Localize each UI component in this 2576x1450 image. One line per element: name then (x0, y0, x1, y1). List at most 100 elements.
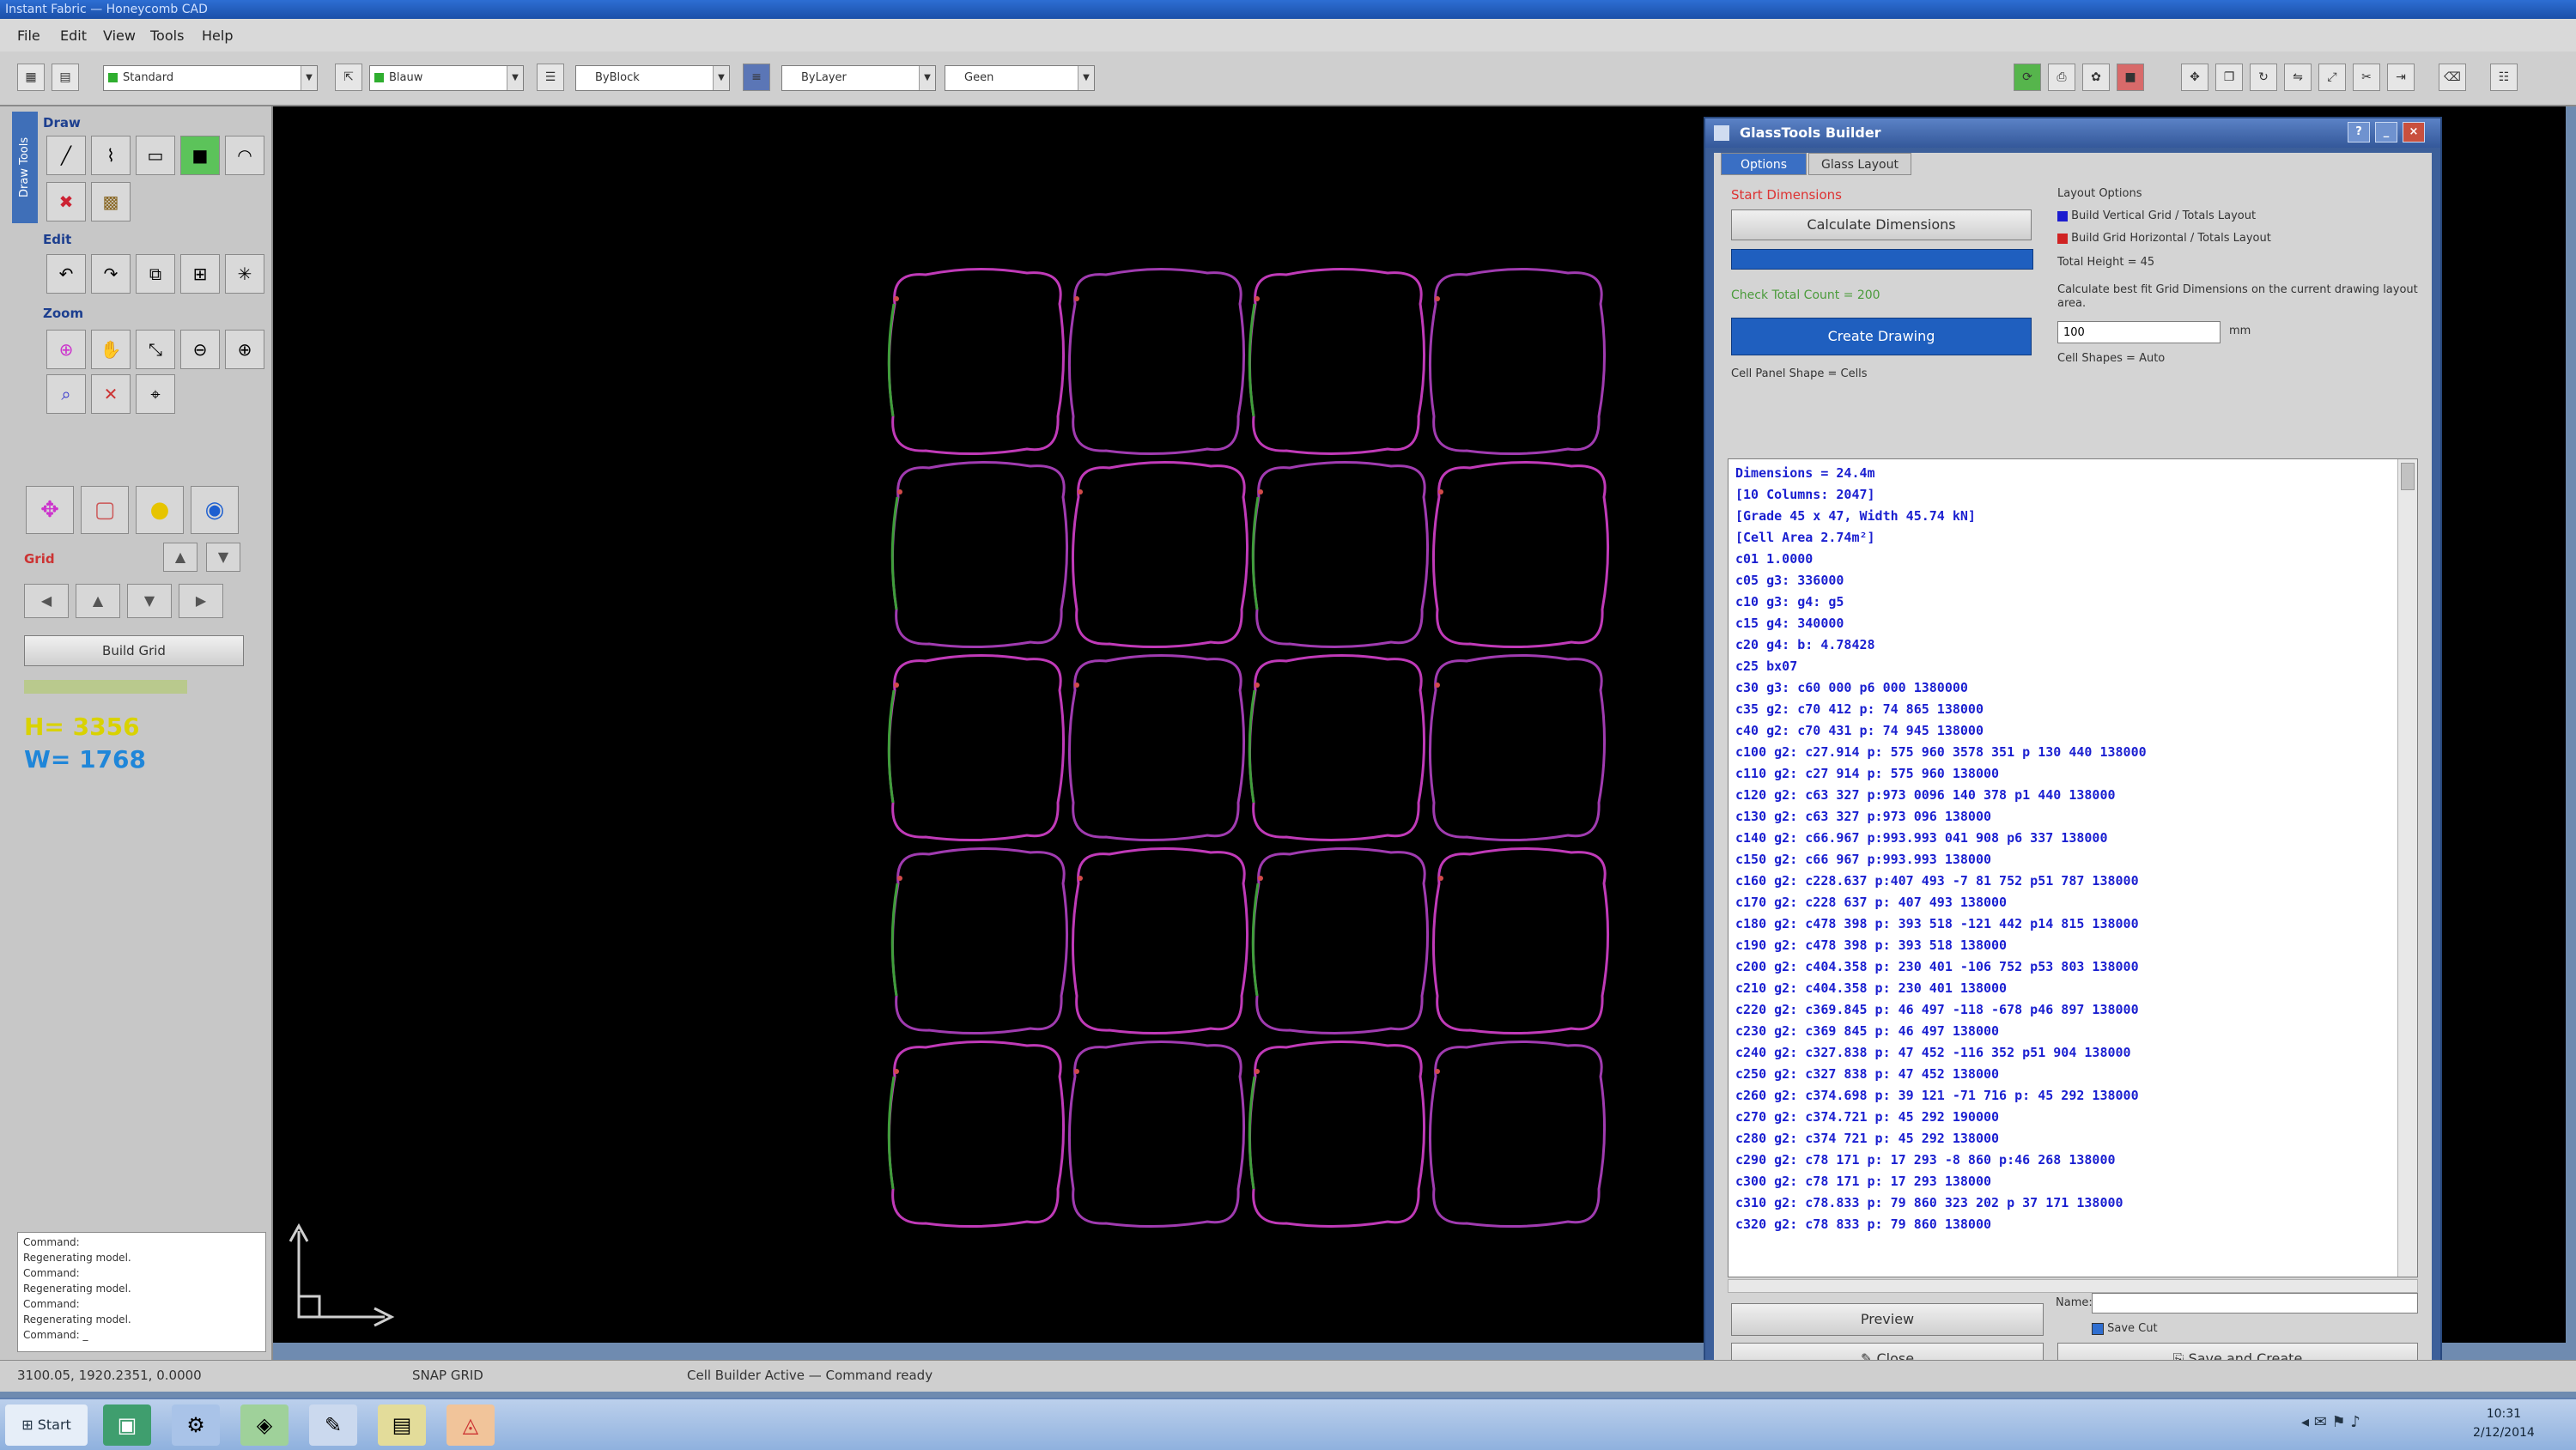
properties-icon[interactable]: ☷ (2490, 64, 2518, 91)
palette-icon[interactable]: ✿ (2082, 64, 2110, 91)
notepad-taskbar-icon[interactable]: ✎ (309, 1404, 357, 1446)
linetype-icon[interactable]: ☰ (537, 64, 564, 91)
cad-taskbar-icon[interactable]: ◬ (447, 1404, 495, 1446)
name-input[interactable] (2092, 1293, 2418, 1313)
grid-cell[interactable] (887, 267, 1066, 456)
layer-state-icon[interactable]: ▤ (52, 64, 79, 91)
tab-glass-layout[interactable]: Glass Layout (1808, 153, 1911, 175)
status-snap[interactable]: SNAP GRID (412, 1368, 483, 1383)
lineweight-combo[interactable]: ByLayer ▼ (781, 65, 936, 91)
grid-up-icon[interactable]: ▲ (163, 543, 197, 572)
option-horizontal[interactable]: Build Grid Horizontal / Totals Layout (2057, 232, 2271, 245)
arrow-right-icon[interactable]: ▶ (179, 584, 223, 618)
erase-icon[interactable]: ⌫ (2439, 64, 2466, 91)
fill-icon[interactable]: ■ (180, 136, 220, 175)
menu-file[interactable]: File (17, 27, 40, 44)
grid-cell[interactable] (1251, 460, 1430, 649)
help-icon[interactable]: ? (2348, 122, 2370, 143)
pan-icon[interactable]: ✋ (91, 330, 131, 369)
move-icon[interactable]: ✥ (2181, 64, 2208, 91)
redo-icon[interactable]: ↷ (91, 254, 131, 294)
calculate-dimensions-button[interactable]: Calculate Dimensions (1731, 209, 2032, 240)
grid-cell[interactable] (1428, 1040, 1607, 1229)
grid-cell[interactable] (887, 653, 1066, 842)
build-grid-button[interactable]: Build Grid (24, 635, 244, 666)
menu-view[interactable]: View (103, 27, 136, 44)
linetype-combo[interactable]: ByBlock ▼ (575, 65, 730, 91)
grid-cell[interactable] (1067, 653, 1246, 842)
plotstyle-combo[interactable]: Geen ▼ (945, 65, 1095, 91)
arrow-up-icon[interactable]: ▲ (76, 584, 120, 618)
scale-icon[interactable]: ⤢ (2318, 64, 2346, 91)
left-panel-tab[interactable]: Draw Tools (12, 112, 38, 223)
grid-cell[interactable] (1067, 267, 1246, 456)
arc-icon[interactable]: ◠ (225, 136, 264, 175)
zoom-previous-icon[interactable]: ⌕ (46, 374, 86, 414)
grid-cell[interactable] (1248, 267, 1426, 456)
grid-cell[interactable] (890, 460, 1069, 649)
grid-cell[interactable] (1248, 653, 1426, 842)
explorer-taskbar-icon[interactable]: ▣ (103, 1404, 151, 1446)
square-icon[interactable]: ▢ (81, 486, 129, 534)
tray-icons[interactable]: ◂ ✉ ⚑ ♪ (2301, 1413, 2360, 1431)
menu-tools[interactable]: Tools (150, 27, 184, 44)
offset-icon[interactable]: ⧉ (136, 254, 175, 294)
print-icon[interactable]: ⎙ (2048, 64, 2075, 91)
grid-cell[interactable] (1428, 653, 1607, 842)
trim-icon[interactable]: ✂ (2353, 64, 2380, 91)
hatch-icon[interactable]: ▩ (91, 182, 131, 221)
array-icon[interactable]: ⊞ (180, 254, 220, 294)
rectangle-icon[interactable]: ▭ (136, 136, 175, 175)
zoom-in-icon[interactable]: ⊕ (225, 330, 264, 369)
match-properties-icon[interactable]: ⇱ (335, 64, 362, 91)
minimize-icon[interactable]: _ (2375, 122, 2397, 143)
spacing-input[interactable] (2057, 321, 2221, 343)
layer-combo[interactable]: Standard ▼ (103, 65, 318, 91)
zoom-out-icon[interactable]: ⊖ (180, 330, 220, 369)
grid-cell[interactable] (1071, 460, 1249, 649)
app-taskbar-icon[interactable]: ⚙ (172, 1404, 220, 1446)
copy-icon[interactable]: ❐ (2215, 64, 2243, 91)
results-list[interactable]: Dimensions = 24.4m [10 Columns: 2047] [Gra… (1728, 458, 2418, 1277)
bulb-icon[interactable]: ● (136, 486, 184, 534)
grid-down-icon[interactable]: ▼ (206, 543, 240, 572)
stop-icon[interactable]: ■ (2117, 64, 2144, 91)
start-button[interactable]: ⊞ Start (5, 1404, 88, 1446)
refresh-icon[interactable]: ⟳ (2014, 64, 2041, 91)
color-combo[interactable]: Blauw ▼ (369, 65, 524, 91)
grid-cell[interactable] (1067, 1040, 1246, 1229)
measure-icon[interactable]: ✕ (91, 374, 131, 414)
undo-icon[interactable]: ↶ (46, 254, 86, 294)
globe-icon[interactable]: ◉ (191, 486, 239, 534)
grid-cell[interactable] (887, 1040, 1066, 1229)
rotate-icon[interactable]: ↻ (2250, 64, 2277, 91)
folder-taskbar-icon[interactable]: ▤ (378, 1404, 426, 1446)
results-hscrollbar[interactable] (1728, 1279, 2418, 1293)
mirror-icon[interactable]: ⇋ (2284, 64, 2312, 91)
scroll-thumb[interactable] (2401, 463, 2415, 490)
browser-taskbar-icon[interactable]: ◈ (240, 1404, 289, 1446)
zoom-extents-icon[interactable]: ⤡ (136, 330, 175, 369)
layer-manager-icon[interactable]: ▦ (17, 64, 45, 91)
target-icon[interactable]: ✥ (26, 486, 74, 534)
menu-help[interactable]: Help (202, 27, 233, 44)
tab-options[interactable]: Options (1721, 153, 1807, 175)
arrow-left-icon[interactable]: ◀ (24, 584, 69, 618)
preview-button[interactable]: Preview (1731, 1303, 2044, 1336)
grid-cell[interactable] (1431, 460, 1610, 649)
zoom-window-icon[interactable]: ⊕ (46, 330, 86, 369)
line-icon[interactable]: ╱ (46, 136, 86, 175)
save-cut-checkbox[interactable]: Save Cut (2092, 1322, 2158, 1335)
grid-cell[interactable] (1248, 1040, 1426, 1229)
polyline-icon[interactable]: ⌇ (91, 136, 131, 175)
snap-icon[interactable]: ⌖ (136, 374, 175, 414)
arrow-down-icon[interactable]: ▼ (127, 584, 172, 618)
menu-edit[interactable]: Edit (60, 27, 87, 44)
clock[interactable]: 10:31 2/12/2014 (2473, 1404, 2535, 1442)
option-vertical[interactable]: Build Vertical Grid / Totals Layout (2057, 209, 2256, 222)
grid-cell[interactable] (1251, 846, 1430, 1035)
grid-cell[interactable] (1428, 267, 1607, 456)
explode-icon[interactable]: ✳ (225, 254, 264, 294)
delete-icon[interactable]: ✖ (46, 182, 86, 221)
results-scrollbar[interactable] (2397, 459, 2417, 1277)
